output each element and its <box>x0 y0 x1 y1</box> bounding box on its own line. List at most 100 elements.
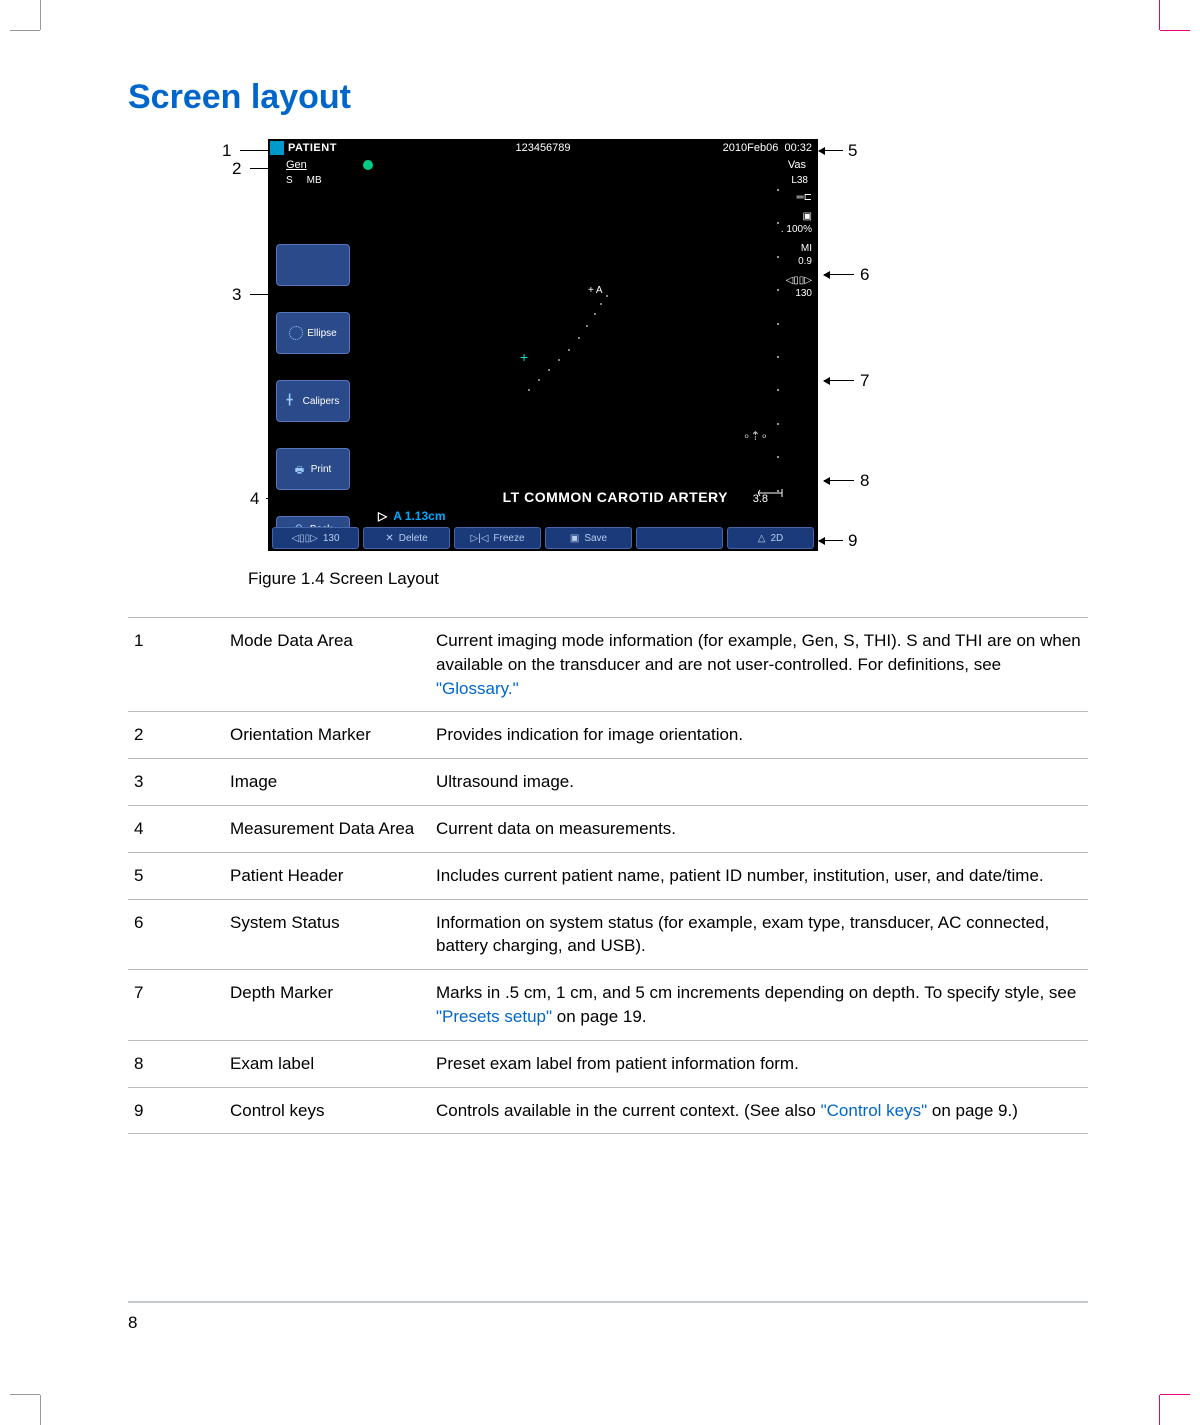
mode-row: Gen Vas <box>268 157 818 173</box>
row-term: Mode Data Area <box>230 618 436 712</box>
freeze-icon: ▷|◁ <box>470 533 488 544</box>
control-2d[interactable]: △2D <box>727 527 814 549</box>
pct: . 100% <box>766 223 812 236</box>
depth-ticks <box>777 189 778 523</box>
table-row: 5Patient HeaderIncludes current patient … <box>128 852 1088 899</box>
row-term: Depth Marker <box>230 970 436 1041</box>
crop-mark <box>10 30 40 31</box>
mode-s: S <box>286 175 293 186</box>
arrow <box>824 480 854 481</box>
mode-row-2: S MB L38 <box>268 173 818 187</box>
cross-ref-link[interactable]: "Glossary." <box>436 679 519 698</box>
row-term: Measurement Data Area <box>230 805 436 852</box>
control-freeze[interactable]: ▷|◁Freeze <box>454 527 541 549</box>
print-icon: 🖶 <box>295 463 307 475</box>
layout-table: 1Mode Data AreaCurrent imaging mode info… <box>128 617 1088 1134</box>
crop-mark <box>40 1395 41 1425</box>
cross-icon: + <box>520 349 528 365</box>
ellipse-button[interactable]: Ellipse <box>276 312 350 354</box>
row-desc: Preset exam label from patient informati… <box>436 1040 1088 1087</box>
table-row: 7Depth MarkerMarks in .5 cm, 1 cm, and 5… <box>128 970 1088 1041</box>
row-number: 5 <box>128 852 230 899</box>
table-row: 4Measurement Data AreaCurrent data on me… <box>128 805 1088 852</box>
header-datetime: 2010Feb06 00:32 <box>723 142 812 154</box>
callout-7: 7 <box>860 371 869 391</box>
ultrasound-screenshot: PATIENT 123456789 2010Feb06 00:32 Gen Va… <box>268 139 818 551</box>
x-icon: ✕ <box>385 533 393 544</box>
arrow <box>824 380 854 381</box>
crop-mark <box>40 0 41 30</box>
row-term: Patient Header <box>230 852 436 899</box>
row-desc: Provides indication for image orientatio… <box>436 712 1088 759</box>
system-status: ═⊏ ▣ . 100% MI 0.9 ◁▯▯▷ 130 <box>766 191 812 300</box>
blank-button[interactable] <box>276 244 350 286</box>
control-delete[interactable]: ✕Delete <box>363 527 450 549</box>
page-number: 8 <box>128 1313 137 1332</box>
row-number: 1 <box>128 618 230 712</box>
arrow <box>819 150 843 151</box>
crop-mark <box>1159 0 1160 30</box>
table-row: 6System StatusInformation on system stat… <box>128 899 1088 970</box>
row-number: 7 <box>128 970 230 1041</box>
patient-header: PATIENT 123456789 2010Feb06 00:32 <box>268 139 818 157</box>
compass-icon: ∘⇡∘ <box>743 429 768 443</box>
row-desc: Information on system status (for exampl… <box>436 899 1088 970</box>
exam-label: LT COMMON CAROTID ARTERY <box>503 489 728 505</box>
ellipse-icon <box>289 326 303 340</box>
callout-6: 6 <box>860 265 869 285</box>
callout-5: 5 <box>848 141 857 161</box>
row-number: 3 <box>128 759 230 806</box>
logo-icon <box>270 141 284 155</box>
calipers-button[interactable]: ╋ Calipers <box>276 380 350 422</box>
table-row: 1Mode Data AreaCurrent imaging mode info… <box>128 618 1088 712</box>
table-row: 8Exam labelPreset exam label from patien… <box>128 1040 1088 1087</box>
cross-ref-link[interactable]: "Control keys" <box>821 1101 928 1120</box>
callout-9: 9 <box>848 531 857 551</box>
row-number: 4 <box>128 805 230 852</box>
section-title: Screen layout <box>128 78 1088 117</box>
mi-value: 0.9 <box>766 255 812 268</box>
page-footer: 8 <box>128 1301 1088 1333</box>
crop-mark <box>1160 1394 1190 1395</box>
save-icon: ▣ <box>766 210 812 223</box>
row-desc: Marks in .5 cm, 1 cm, and 5 cm increment… <box>436 970 1088 1041</box>
crop-mark <box>1160 30 1190 31</box>
orientation-marker-icon <box>363 160 373 170</box>
row-desc: Current imaging mode information (for ex… <box>436 618 1088 712</box>
caliper-label-a: A <box>588 285 603 296</box>
mode-mb: MB <box>307 175 322 186</box>
row-number: 6 <box>128 899 230 970</box>
depth-marker-icon <box>758 488 788 501</box>
measurement-data: ▷A 1.13cm <box>378 509 446 523</box>
arrow <box>819 540 843 541</box>
callout-4: 4 <box>250 489 259 509</box>
left-buttons: Ellipse ╋ Calipers 🖶 Print ↶ Back <box>276 244 350 542</box>
save-icon: ▣ <box>570 533 579 544</box>
control-save[interactable]: ▣Save <box>545 527 632 549</box>
print-button[interactable]: 🖶 Print <box>276 448 350 490</box>
depth-value: 130 <box>766 287 812 300</box>
callout-3: 3 <box>232 285 241 305</box>
row-term: Control keys <box>230 1087 436 1134</box>
row-number: 9 <box>128 1087 230 1134</box>
patient-id: 123456789 <box>515 142 570 154</box>
mi-label: MI <box>766 242 812 255</box>
table-row: 2Orientation MarkerProvides indication f… <box>128 712 1088 759</box>
callout-8: 8 <box>860 471 869 491</box>
row-number: 2 <box>128 712 230 759</box>
row-desc: Current data on measurements. <box>436 805 1088 852</box>
row-desc: Ultrasound image. <box>436 759 1088 806</box>
control-bar: ◁▯▯▷130 ✕Delete ▷|◁Freeze ▣Save △2D <box>268 527 818 551</box>
control-depth[interactable]: ◁▯▯▷130 <box>272 527 359 549</box>
callout-1: 1 <box>222 141 231 161</box>
row-term: Image <box>230 759 436 806</box>
triangle-icon: △ <box>758 533 766 544</box>
crop-mark <box>10 1394 40 1395</box>
patient-name: PATIENT <box>288 142 337 154</box>
mode-gen: Gen <box>286 159 307 171</box>
row-term: Exam label <box>230 1040 436 1087</box>
control-blank[interactable] <box>636 527 723 549</box>
cross-ref-link[interactable]: "Presets setup" <box>436 1007 552 1026</box>
row-desc: Includes current patient name, patient I… <box>436 852 1088 899</box>
row-desc: Controls available in the current contex… <box>436 1087 1088 1134</box>
